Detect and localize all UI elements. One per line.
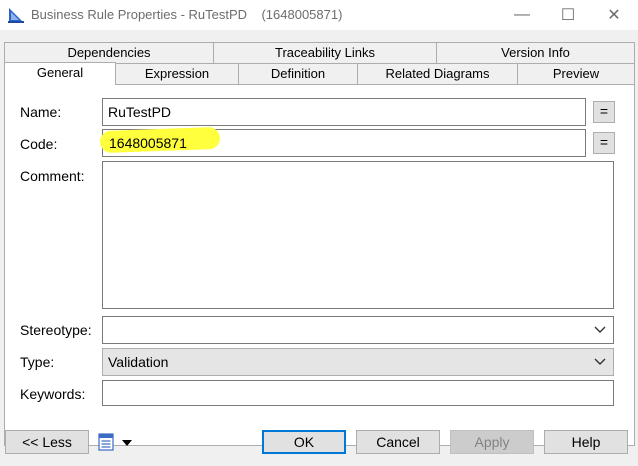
help-button[interactable]: Help xyxy=(544,430,628,454)
code-value: 1648005871 xyxy=(109,135,187,151)
dropdown-arrow-icon xyxy=(122,440,132,446)
business-rule-icon xyxy=(8,8,24,23)
type-value: Validation xyxy=(108,354,169,370)
tab-definition[interactable]: Definition xyxy=(238,63,358,84)
property-list-icon xyxy=(98,433,114,451)
stereotype-combobox[interactable] xyxy=(102,316,614,344)
tab-related-diagrams[interactable]: Related Diagrams xyxy=(357,63,518,84)
title-bar: Business Rule Properties - RuTestPD (164… xyxy=(0,0,638,30)
apply-button[interactable]: Apply xyxy=(450,430,534,454)
tab-preview[interactable]: Preview xyxy=(517,63,635,84)
tab-general[interactable]: General xyxy=(4,62,116,85)
name-value: RuTestPD xyxy=(108,104,172,120)
type-select[interactable]: Validation xyxy=(102,348,614,376)
name-input[interactable]: RuTestPD xyxy=(102,98,586,126)
list-menu-button[interactable] xyxy=(97,432,133,452)
dialog-client-area: Dependencies Traceability Links Version … xyxy=(0,30,638,466)
chevron-down-icon[interactable] xyxy=(593,317,607,343)
ok-button[interactable]: OK xyxy=(262,430,346,454)
comment-label: Comment: xyxy=(20,168,85,184)
tab-version-info[interactable]: Version Info xyxy=(436,42,635,63)
name-equals-button[interactable]: = xyxy=(593,101,615,123)
tab-traceability-links[interactable]: Traceability Links xyxy=(213,42,437,63)
minimize-icon: — xyxy=(514,6,530,23)
maximize-icon: ☐ xyxy=(560,7,576,24)
tab-dependencies[interactable]: Dependencies xyxy=(4,42,214,63)
keywords-label: Keywords: xyxy=(20,386,86,402)
window-title: Business Rule Properties - RuTestPD (164… xyxy=(31,7,343,22)
less-button[interactable]: << Less xyxy=(5,430,89,454)
code-equals-button[interactable]: = xyxy=(593,132,615,154)
chevron-down-icon[interactable] xyxy=(593,349,607,375)
cancel-button[interactable]: Cancel xyxy=(356,430,440,454)
type-label: Type: xyxy=(20,354,55,370)
stereotype-label: Stereotype: xyxy=(20,322,92,338)
tab-expression[interactable]: Expression xyxy=(115,63,239,84)
maximize-button[interactable]: ☐ xyxy=(545,0,591,30)
code-label: Code: xyxy=(20,136,58,152)
name-label: Name: xyxy=(20,104,62,120)
close-button[interactable]: ✕ xyxy=(591,0,637,30)
comment-textarea[interactable] xyxy=(102,161,614,309)
minimize-button[interactable]: — xyxy=(499,0,545,30)
close-icon: ✕ xyxy=(607,7,621,24)
keywords-input[interactable] xyxy=(102,380,614,406)
